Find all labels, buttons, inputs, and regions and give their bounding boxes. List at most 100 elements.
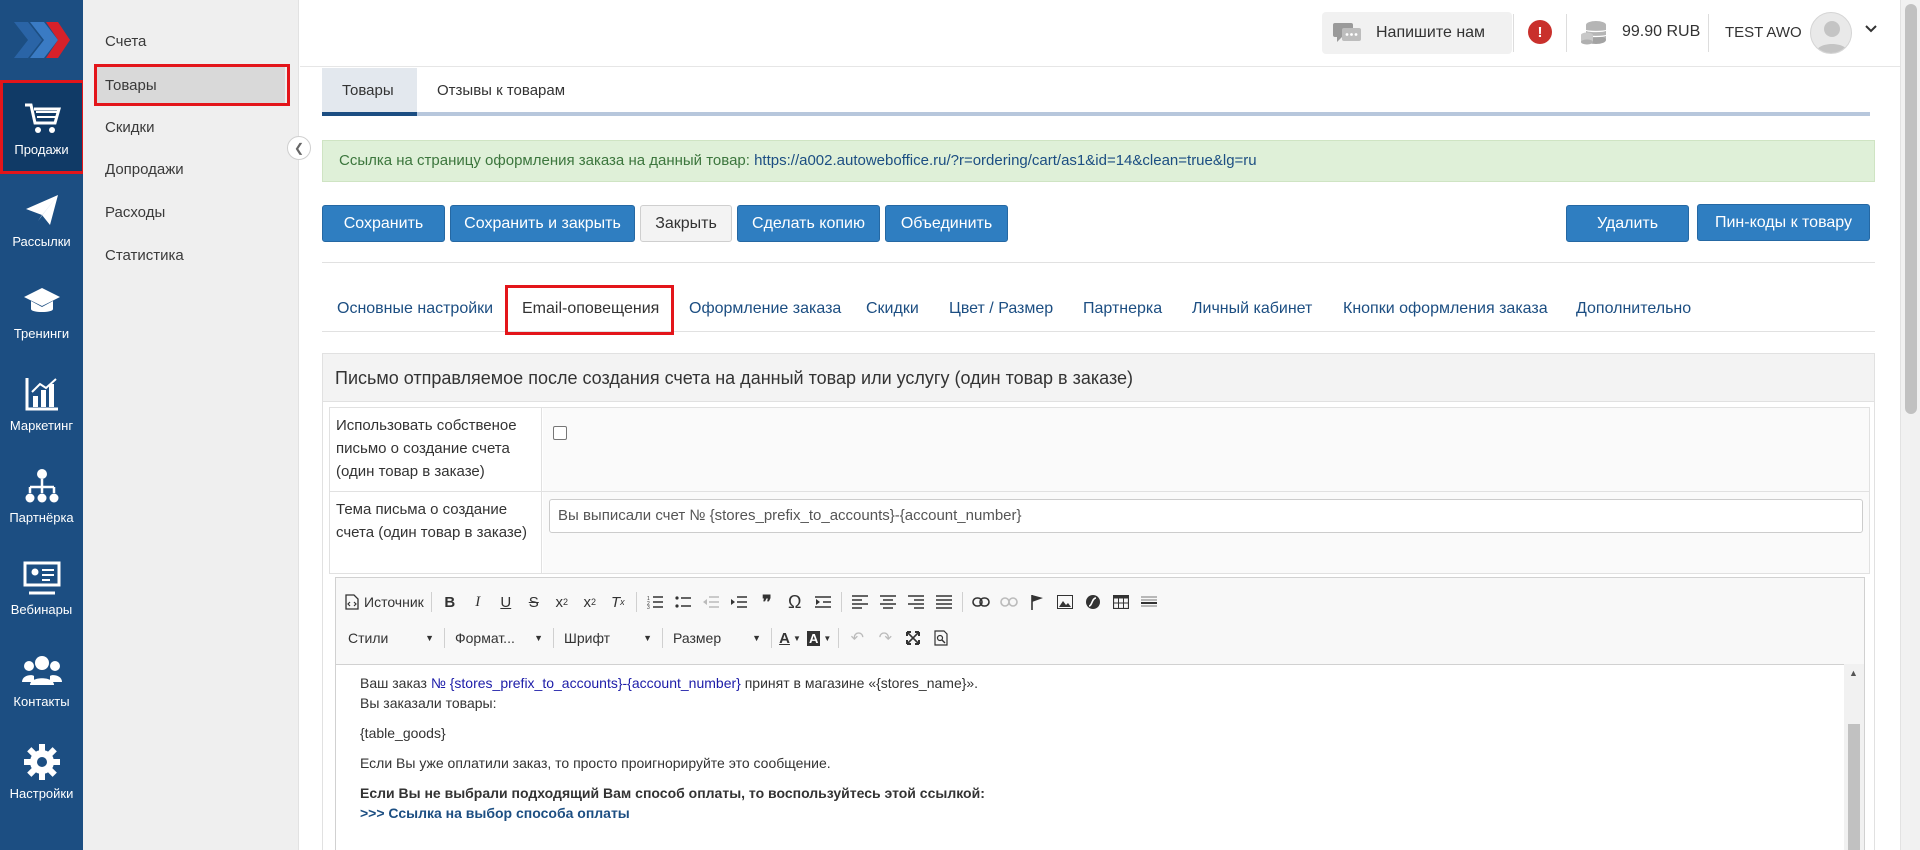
subject-input[interactable]: Вы выписали счет № {stores_prefix_to_acc… — [549, 499, 1863, 533]
topbar: Напишите нам ! 99.90 RUB TEST AWO — [300, 0, 1920, 67]
submenu-item-upsells[interactable]: Допродажи — [95, 150, 285, 190]
tab-products[interactable]: Товары — [322, 68, 417, 116]
payment-method-link[interactable]: >>> Ссылка на выбор способа оплаты — [360, 803, 1846, 823]
use-own-letter-checkbox[interactable] — [553, 426, 567, 440]
close-button[interactable]: Закрыть — [640, 205, 732, 242]
outdent-icon[interactable] — [697, 588, 725, 616]
bold-icon[interactable]: B — [436, 588, 464, 616]
rail-item-mailings[interactable]: Рассылки — [0, 174, 83, 264]
chevron-down-icon[interactable] — [1864, 22, 1878, 36]
rail-label: Настройки — [9, 785, 74, 801]
rail-item-settings[interactable]: Настройки — [0, 726, 83, 816]
redo-icon[interactable]: ↷ — [871, 624, 899, 652]
divider — [322, 262, 1875, 263]
align-right-icon[interactable] — [902, 588, 930, 616]
italic-icon[interactable]: I — [464, 588, 492, 616]
tab-order-buttons[interactable]: Кнопки оформления заказа — [1343, 288, 1548, 332]
preview-icon[interactable] — [927, 624, 955, 652]
source-button[interactable]: Источник — [342, 588, 427, 616]
tab-color-size[interactable]: Цвет / Размер — [949, 288, 1053, 332]
background-color-icon[interactable]: A ▼ — [804, 624, 834, 652]
toolbar-separator — [771, 628, 772, 648]
delete-button[interactable]: Удалить — [1566, 205, 1689, 242]
align-justify-icon[interactable] — [930, 588, 958, 616]
strikethrough-icon[interactable]: S — [520, 588, 548, 616]
pin-codes-button[interactable]: Пин-коды к товару — [1697, 204, 1870, 241]
scroll-up-icon[interactable]: ▲ — [1849, 668, 1858, 678]
rail-item-contacts[interactable]: Контакты — [0, 634, 83, 724]
submenu-item-expenses[interactable]: Расходы — [95, 193, 285, 233]
subscript-icon[interactable]: x2 — [548, 588, 576, 616]
superscript-icon[interactable]: x2 — [576, 588, 604, 616]
avatar[interactable] — [1810, 12, 1852, 54]
rail-item-sales[interactable]: Продажи — [0, 82, 83, 172]
link-icon[interactable] — [967, 588, 995, 616]
user-avatar-icon — [1816, 21, 1848, 53]
insert-block-icon[interactable] — [809, 588, 837, 616]
users-icon — [21, 650, 62, 690]
tab-email-notifications[interactable]: Email-оповещения — [522, 288, 659, 332]
source-label: Источник — [364, 594, 424, 610]
size-dropdown[interactable]: Размер ▼ — [667, 626, 767, 650]
tab-affiliate[interactable]: Партнерка — [1083, 288, 1162, 332]
caret-down-icon: ▼ — [752, 633, 761, 643]
special-char-icon[interactable]: Ω — [781, 588, 809, 616]
unlink-icon[interactable] — [995, 588, 1023, 616]
copy-button[interactable]: Сделать копию — [737, 205, 880, 242]
indent-icon[interactable] — [725, 588, 753, 616]
collapse-sidebar-button[interactable]: ❮ — [287, 136, 311, 160]
order-link[interactable]: https://a002.autoweboffice.ru/?r=orderin… — [754, 152, 1257, 169]
tab-reviews[interactable]: Отзывы к товарам — [417, 68, 585, 116]
remove-format-icon[interactable]: Tx — [604, 588, 632, 616]
submenu-item-discounts[interactable]: Скидки — [95, 108, 285, 148]
editor-content[interactable]: Ваш заказ № {stores_prefix_to_accounts}-… — [336, 664, 1846, 850]
underline-icon[interactable]: U — [492, 588, 520, 616]
presentation-icon — [22, 558, 62, 598]
horizontal-line-icon[interactable] — [1135, 588, 1163, 616]
toolbar-separator — [635, 592, 637, 612]
align-center-icon[interactable] — [874, 588, 902, 616]
maximize-icon[interactable] — [899, 624, 927, 652]
align-left-icon[interactable] — [846, 588, 874, 616]
submenu-item-statistics[interactable]: Статистика — [95, 236, 285, 276]
tab-order-design[interactable]: Оформление заказа — [689, 288, 841, 332]
alert-icon[interactable]: ! — [1528, 20, 1552, 44]
flash-icon[interactable] — [1079, 588, 1107, 616]
submenu-item-products[interactable]: Товары — [95, 66, 285, 106]
logo[interactable] — [0, 0, 83, 80]
styles-dropdown[interactable]: Стили ▼ — [342, 626, 440, 650]
toolbar-separator — [961, 592, 963, 612]
save-and-close-button[interactable]: Сохранить и закрыть — [450, 205, 635, 242]
content-text: принят в магазине «{stores_name}». — [740, 675, 979, 691]
tab-additional[interactable]: Дополнительно — [1576, 288, 1691, 332]
tab-discounts[interactable]: Скидки — [866, 288, 919, 332]
scrollbar-thumb[interactable] — [1905, 4, 1917, 414]
merge-button[interactable]: Объединить — [885, 205, 1008, 242]
text-color-icon[interactable]: A ▼ — [776, 624, 804, 652]
use-own-letter-row: Использовать собственое письмо о создани… — [329, 407, 1870, 492]
username[interactable]: TEST AWO — [1725, 24, 1802, 41]
numbered-list-icon[interactable]: 123 — [641, 588, 669, 616]
scrollbar-thumb[interactable] — [1848, 724, 1860, 850]
save-button[interactable]: Сохранить — [322, 205, 445, 242]
blockquote-icon[interactable]: ❞ — [753, 588, 781, 616]
bulleted-list-icon[interactable] — [669, 588, 697, 616]
tab-main-settings[interactable]: Основные настройки — [337, 288, 493, 332]
balance[interactable]: 99.90 RUB — [1622, 23, 1700, 41]
rail-item-marketing[interactable]: Маркетинг — [0, 358, 83, 448]
rail-label: Партнёрка — [9, 509, 74, 525]
format-dropdown[interactable]: Формат... ▼ — [449, 626, 549, 650]
table-icon[interactable] — [1107, 588, 1135, 616]
submenu-item-accounts[interactable]: Счета — [95, 22, 285, 62]
image-icon[interactable] — [1051, 588, 1079, 616]
anchor-flag-icon[interactable] — [1023, 588, 1051, 616]
rail-item-webinars[interactable]: Вебинары — [0, 542, 83, 632]
tab-personal-cabinet[interactable]: Личный кабинет — [1192, 288, 1312, 332]
font-dropdown[interactable]: Шрифт ▼ — [558, 626, 658, 650]
contact-us-button[interactable]: Напишите нам — [1322, 12, 1512, 54]
rail-item-partners[interactable]: Партнёрка — [0, 450, 83, 540]
undo-icon[interactable]: ↶ — [843, 624, 871, 652]
editor-scrollbar[interactable]: ▲ — [1844, 664, 1864, 850]
page-scrollbar[interactable] — [1900, 0, 1920, 850]
rail-item-trainings[interactable]: Тренинги — [0, 266, 83, 356]
